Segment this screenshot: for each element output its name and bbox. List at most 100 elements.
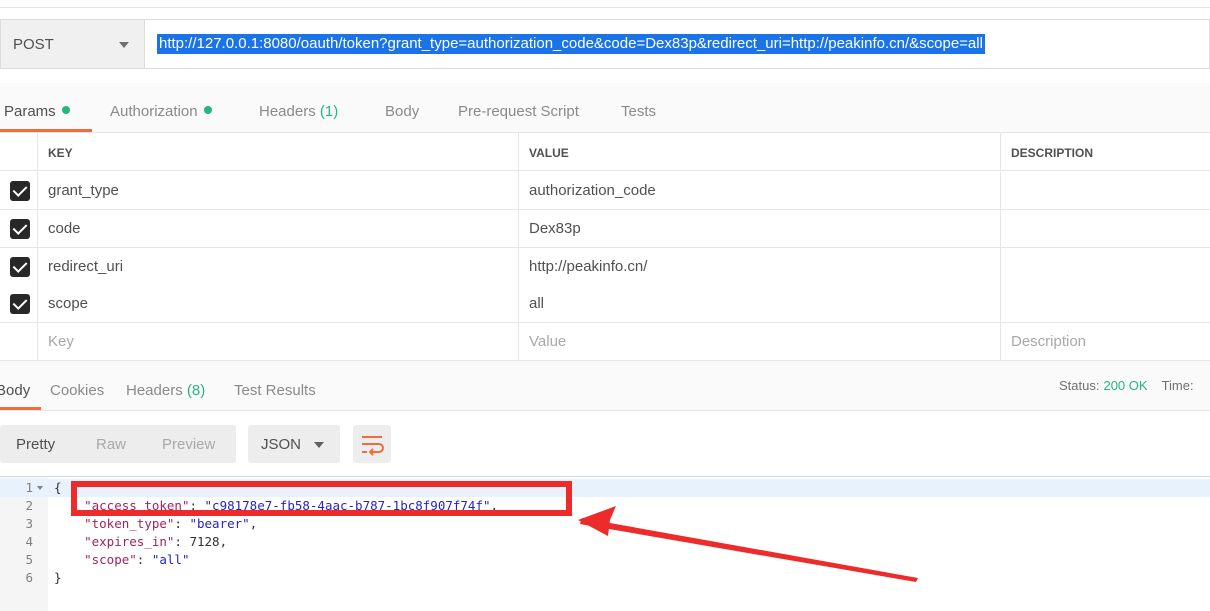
params-table: KEY VALUE DESCRIPTION grant_type authori…	[0, 133, 1210, 361]
tab-headers[interactable]: Headers (1)	[259, 103, 338, 120]
param-value-cell[interactable]: Dex83p	[518, 210, 1000, 247]
chevron-down-icon	[314, 442, 324, 448]
param-key-cell[interactable]: grant_type	[37, 172, 518, 209]
tab-response-headers-count: (8)	[186, 382, 206, 399]
table-row: redirect_uri http://peakinfo.cn/	[0, 248, 1210, 286]
code-text: "expires_in": 7128,	[84, 534, 228, 549]
param-value: http://peakinfo.cn/	[529, 258, 648, 275]
column-header-description: DESCRIPTION	[1000, 133, 1210, 170]
tab-test-results[interactable]: Test Results	[234, 382, 316, 399]
new-value-placeholder: Value	[529, 333, 567, 350]
line-number: 6	[25, 570, 33, 585]
param-checkbox[interactable]	[10, 219, 30, 239]
column-header-key: KEY	[37, 133, 518, 170]
tab-response-headers-label: Headers	[126, 382, 183, 399]
tab-headers-label: Headers	[259, 103, 316, 120]
tab-prerequest-script[interactable]: Pre-request Script	[458, 103, 579, 120]
tab-params-label: Params	[4, 103, 56, 120]
code-text: "token_type": "bearer",	[84, 516, 258, 531]
new-description-input[interactable]: Description	[1000, 323, 1210, 360]
tab-cookies[interactable]: Cookies	[50, 382, 104, 399]
method-select[interactable]: POST	[0, 19, 144, 69]
param-checkbox[interactable]	[10, 181, 30, 201]
url-input[interactable]: http://127.0.0.1:8080/oauth/token?grant_…	[144, 19, 1210, 69]
format-select[interactable]: JSON	[248, 425, 340, 463]
response-status: Status: 200 OK Time:	[1059, 378, 1194, 393]
column-header-value: VALUE	[518, 133, 1000, 170]
wrap-lines-button[interactable]	[353, 425, 391, 463]
param-checkbox[interactable]	[10, 257, 30, 277]
table-row: grant_type authorization_code	[0, 172, 1210, 210]
json-value: "bearer"	[189, 516, 250, 531]
active-tab-indicator	[0, 407, 41, 410]
preview-button[interactable]: Preview	[162, 436, 215, 453]
status-dot-icon	[61, 106, 70, 114]
table-row: scope all	[0, 285, 1210, 323]
param-key: scope	[48, 295, 89, 312]
view-mode-segment: Pretty Raw Preview	[0, 425, 236, 463]
param-description-cell[interactable]	[1000, 210, 1210, 247]
new-key-input[interactable]: Key	[37, 323, 518, 360]
line-number: 5	[25, 552, 33, 567]
tab-authorization-label: Authorization	[110, 103, 198, 120]
param-key-cell[interactable]: scope	[37, 285, 518, 322]
request-bar: POST http://127.0.0.1:8080/oauth/token?g…	[0, 19, 1210, 69]
code-text: {	[54, 480, 62, 495]
tab-authorization[interactable]: Authorization	[110, 103, 212, 120]
new-param-row: Key Value Description	[0, 323, 1210, 361]
tab-tests[interactable]: Tests	[621, 103, 656, 120]
param-description-cell[interactable]	[1000, 172, 1210, 209]
param-value: Dex83p	[529, 220, 581, 237]
tab-response-body[interactable]: Body	[0, 382, 30, 399]
code-text: "scope": "all"	[84, 552, 190, 567]
param-value: all	[529, 295, 545, 312]
method-label: POST	[13, 36, 54, 53]
body-toolbar: Pretty Raw Preview JSON	[0, 425, 1210, 463]
url-text: http://127.0.0.1:8080/oauth/token?grant_…	[157, 34, 985, 54]
param-key: grant_type	[48, 182, 119, 199]
param-checkbox[interactable]	[10, 294, 30, 314]
json-key: "expires_in"	[84, 534, 175, 549]
line-number: 1	[25, 480, 33, 495]
param-value-cell[interactable]: all	[518, 285, 1000, 322]
top-strip	[0, 0, 1210, 8]
time-label: Time:	[1161, 378, 1194, 393]
pretty-button[interactable]: Pretty	[16, 436, 55, 453]
status-badge: 200 OK	[1103, 378, 1148, 393]
new-description-placeholder: Description	[1011, 333, 1087, 350]
raw-button[interactable]: Raw	[96, 436, 126, 453]
wrap-lines-icon	[362, 436, 384, 456]
format-label: JSON	[261, 436, 302, 453]
new-key-placeholder: Key	[48, 333, 74, 350]
param-value-cell[interactable]: http://peakinfo.cn/	[518, 248, 1000, 285]
param-description-cell[interactable]	[1000, 285, 1210, 322]
param-key: redirect_uri	[48, 258, 124, 275]
code-text: }	[54, 570, 62, 585]
param-value-cell[interactable]: authorization_code	[518, 172, 1000, 209]
column-header-description-label: DESCRIPTION	[1011, 146, 1094, 160]
line-number: 3	[25, 516, 33, 531]
fold-toggle-icon[interactable]	[37, 486, 43, 490]
new-value-input[interactable]: Value	[518, 323, 1000, 360]
annotation-arrow-icon	[578, 506, 918, 582]
tab-headers-count: (1)	[319, 103, 339, 120]
json-key: "scope"	[84, 552, 137, 567]
status-dot-icon	[203, 106, 212, 114]
param-key-cell[interactable]: redirect_uri	[37, 248, 518, 285]
tab-body[interactable]: Body	[385, 103, 419, 120]
tab-params[interactable]: Params	[4, 103, 70, 120]
param-value: authorization_code	[529, 182, 656, 199]
json-key: "token_type"	[84, 516, 175, 531]
status-label: Status:	[1059, 378, 1100, 393]
line-number: 2	[25, 498, 33, 513]
request-tabs: Params Authorization Headers (1) Body Pr…	[0, 83, 1210, 133]
tab-response-headers[interactable]: Headers (8)	[126, 382, 205, 399]
table-header-row: KEY VALUE DESCRIPTION	[0, 133, 1210, 171]
annotation-highlight-box	[71, 481, 572, 516]
json-value: 7128	[189, 534, 220, 549]
param-key-cell[interactable]: code	[37, 210, 518, 247]
active-tab-indicator	[0, 129, 92, 132]
chevron-down-icon	[119, 42, 129, 48]
table-row: code Dex83p	[0, 210, 1210, 248]
param-description-cell[interactable]	[1000, 248, 1210, 285]
